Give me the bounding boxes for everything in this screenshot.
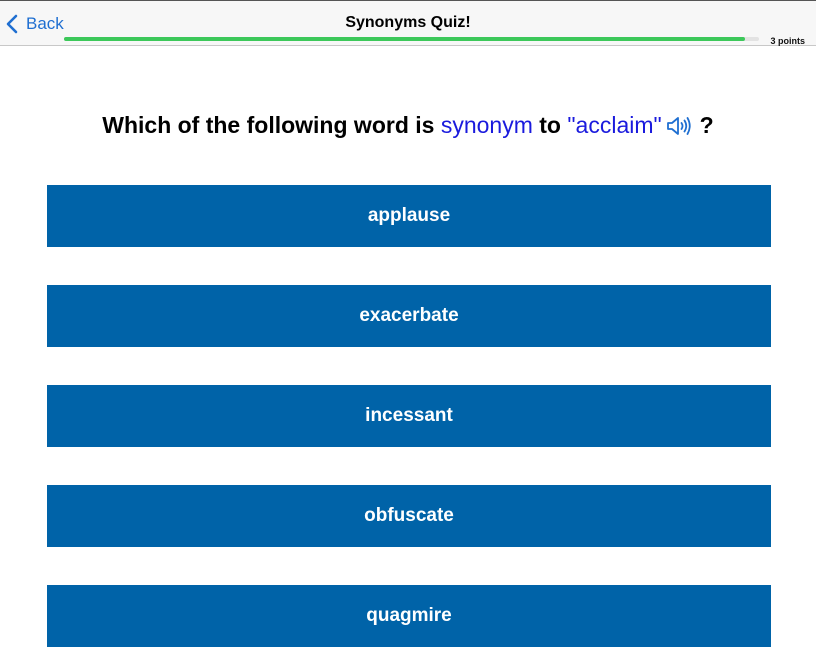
question-keyword: synonym <box>440 112 533 138</box>
navigation-bar: Back Synonyms Quiz! 3 points <box>0 1 816 46</box>
answer-options: applause exacerbate incessant obfuscate … <box>47 185 771 659</box>
question-word: "acclaim" <box>567 112 662 138</box>
option-button-applause[interactable]: applause <box>47 185 771 247</box>
question-text: Which of the following word is synonym t… <box>0 110 816 144</box>
question-prefix: Which of the following word is <box>102 112 441 138</box>
question-middle: to <box>532 112 568 138</box>
progress-bar <box>64 37 759 41</box>
option-button-exacerbate[interactable]: exacerbate <box>47 285 771 347</box>
speaker-icon[interactable] <box>666 114 692 144</box>
page-title: Synonyms Quiz! <box>345 14 471 31</box>
option-button-quagmire[interactable]: quagmire <box>47 585 771 647</box>
question-suffix: ? <box>699 112 714 138</box>
quiz-screen: Back Synonyms Quiz! 3 points Which of th… <box>0 0 816 659</box>
option-button-obfuscate[interactable]: obfuscate <box>47 485 771 547</box>
points-label: 3 points <box>770 36 805 46</box>
progress-fill <box>64 37 746 41</box>
option-button-incessant[interactable]: incessant <box>47 385 771 447</box>
